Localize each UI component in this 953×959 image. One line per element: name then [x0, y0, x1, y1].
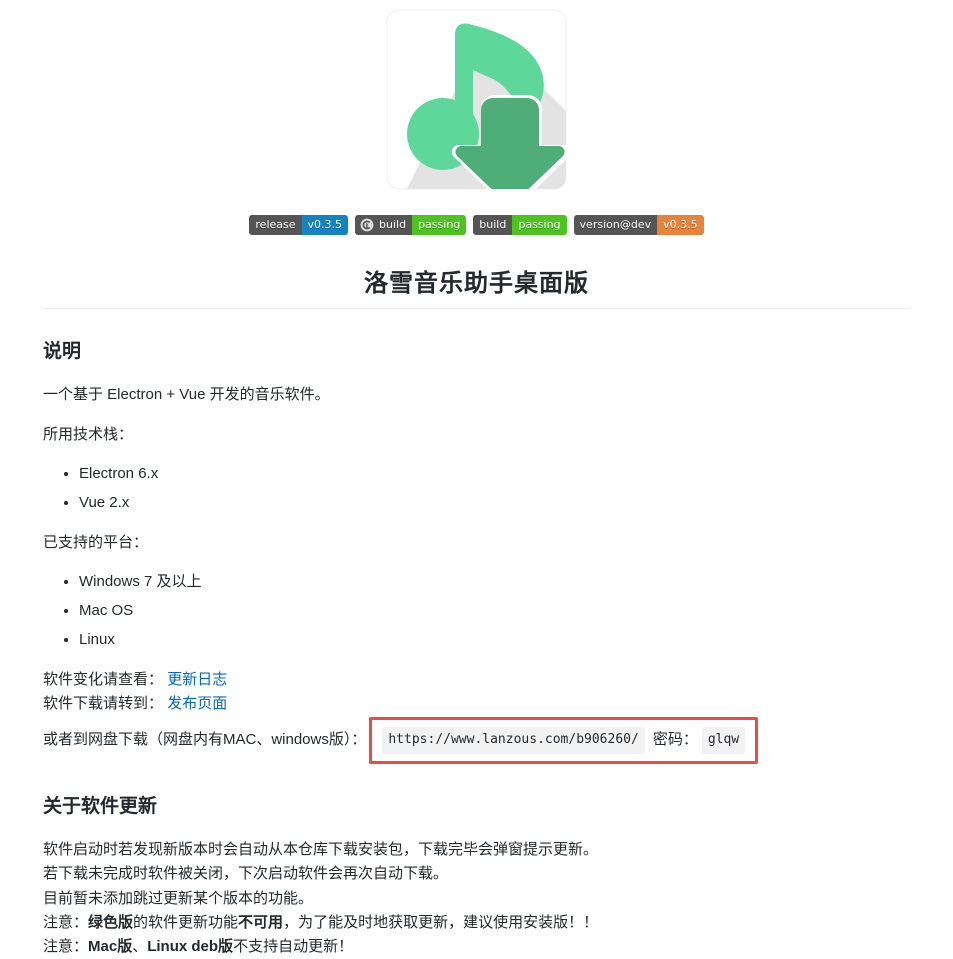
version-dev-badge[interactable]: version@dev v0.3.5	[573, 215, 704, 235]
netdisk-url[interactable]: https://www.lanzous.com/b906260/	[382, 726, 645, 754]
netdisk-password[interactable]: glqw	[701, 726, 746, 754]
note-prefix: 注意：	[43, 938, 89, 956]
readme-content: 说明 一个基于 Electron + Vue 开发的音乐软件。 所用技术栈： E…	[43, 337, 910, 959]
note-bold-green-edition: 绿色版	[88, 913, 134, 931]
travis-badge-status: passing	[412, 215, 467, 235]
list-item: Windows 7 及以上	[79, 570, 910, 594]
update-line: 目前暂未添加跳过更新某个版本的功能。	[43, 889, 314, 907]
changelog-prefix: 软件变化请查看：	[43, 671, 164, 689]
update-info-block: 软件启动时若发现新版本时会自动从本仓库下载安装包，下载完毕会弹窗提示更新。 若下…	[43, 838, 910, 959]
update-note-green: 注意：绿色版的软件更新功能不可用，为了能及时地获取更新，建议使用安装版！！	[43, 911, 910, 935]
update-line: 若下载未完成时软件被关闭，下次启动软件会再次自动下载。	[43, 865, 449, 883]
lx-music-logo	[385, 8, 568, 191]
note-mid: 、	[132, 938, 148, 956]
update-line: 软件启动时若发现新版本时会自动从本仓库下载安装包，下载完毕会弹窗提示更新。	[43, 840, 599, 858]
changelog-link[interactable]: 更新日志	[167, 671, 227, 688]
section-heading-description: 说明	[43, 341, 82, 362]
readme-page: release v0.3.5 build passing build passi…	[0, 0, 953, 955]
netdisk-highlight-box: https://www.lanzous.com/b906260/ 密码： glq…	[369, 716, 759, 764]
download-prefix: 软件下载请转到：	[43, 695, 164, 713]
logo-svg	[386, 9, 567, 190]
release-badge-value: v0.3.5	[301, 215, 349, 235]
platform-label: 已支持的平台：	[43, 533, 149, 551]
travis-badge-icon-segment	[355, 215, 378, 235]
intro-paragraph: 一个基于 Electron + Vue 开发的音乐软件。	[43, 386, 330, 404]
release-badge[interactable]: release v0.3.5	[249, 215, 349, 235]
note-suffix: ，为了能及时地获取更新，建议使用安装版！！	[283, 913, 599, 931]
stack-list: Electron 6.x Vue 2.x	[43, 462, 910, 515]
version-dev-badge-label: version@dev	[573, 215, 658, 235]
list-item: Linux	[79, 628, 910, 652]
netdisk-line: 或者到网盘下载（网盘内有MAC、windows版）： https://www.l…	[43, 716, 910, 764]
list-item: Electron 6.x	[79, 462, 910, 486]
travis-ci-icon	[360, 218, 374, 232]
travis-build-badge[interactable]: build passing	[355, 215, 467, 235]
download-info-block: 软件变化请查看： 更新日志 软件下载请转到： 发布页面 或者到网盘下载（网盘内有…	[43, 668, 910, 764]
build-badge-label: build	[473, 215, 513, 235]
note-prefix: 注意：	[43, 913, 89, 931]
update-note-platform: 注意：Mac版、Linux deb版不支持自动更新！	[43, 935, 910, 959]
section-heading-update: 关于软件更新	[43, 795, 158, 817]
build-badge[interactable]: build passing	[473, 215, 567, 235]
changelog-line: 软件变化请查看： 更新日志	[43, 668, 910, 692]
version-dev-badge-value: v0.3.5	[657, 215, 704, 235]
page-title: 洛雪音乐助手桌面版	[43, 263, 910, 309]
platform-list: Windows 7 及以上 Mac OS Linux	[43, 570, 910, 652]
badge-row: release v0.3.5 build passing build passi…	[0, 215, 953, 235]
list-item: Mac OS	[79, 599, 910, 623]
release-page-link[interactable]: 发布页面	[167, 695, 227, 712]
note-mid: 的软件更新功能	[133, 913, 239, 931]
logo-container	[0, 0, 953, 191]
travis-badge-label: build	[377, 215, 413, 235]
netdisk-prefix: 或者到网盘下载（网盘内有MAC、windows版）：	[43, 731, 367, 749]
note-bold-mac: Mac版	[88, 938, 133, 956]
note-bold-unavailable: 不可用	[238, 913, 284, 931]
list-item: Vue 2.x	[79, 491, 910, 515]
note-suffix: 不支持自动更新！	[233, 938, 354, 956]
password-label: 密码：	[652, 731, 698, 749]
release-badge-label: release	[249, 215, 302, 235]
stack-label: 所用技术栈：	[43, 425, 134, 443]
note-bold-linux-deb: Linux deb版	[147, 938, 234, 956]
build-badge-status: passing	[512, 215, 567, 235]
download-line: 软件下载请转到： 发布页面	[43, 692, 910, 716]
